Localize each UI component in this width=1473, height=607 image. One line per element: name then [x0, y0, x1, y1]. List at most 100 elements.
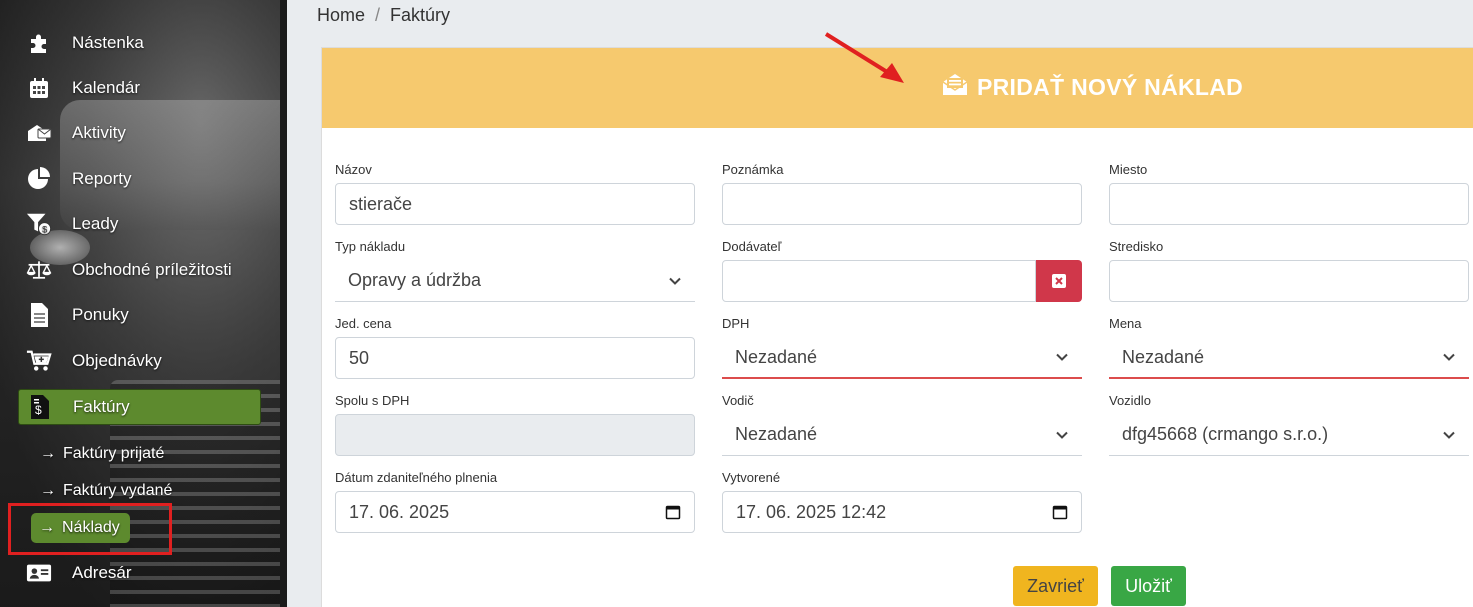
sidebar-subitem-label: Faktúry prijaté — [63, 445, 165, 462]
dph-field: DPH Nezadané — [722, 316, 1082, 379]
jed-cena-field: Jed. cena 50 — [335, 316, 695, 379]
sidebar-item-kalendar[interactable]: Kalendár — [0, 70, 280, 106]
nazov-input[interactable]: stierače — [335, 183, 695, 225]
dodavatel-input[interactable] — [722, 260, 1036, 302]
sidebar-item-label: Nástenka — [72, 33, 144, 52]
vodic-field: Vodič Nezadané — [722, 393, 1082, 456]
sidebar-item-ponuky[interactable]: Ponuky — [0, 297, 280, 333]
funnel-dollar-icon: $ — [26, 211, 52, 237]
datum-zdanitelneho-plnenia-value: 17. 06. 2025 — [349, 501, 450, 522]
clear-dodavatel-button[interactable] — [1036, 260, 1082, 302]
arrow-right-icon: → — [40, 482, 56, 499]
mena-select[interactable]: Nezadané — [1109, 337, 1469, 379]
sidebar-item-label: Faktúry — [73, 397, 130, 416]
dph-value: Nezadané — [735, 346, 818, 367]
vytvorene-field: Vytvorené 17. 06. 2025 12:42 — [722, 470, 1082, 533]
sidebar-item-nastenka[interactable]: Nástenka — [0, 25, 280, 61]
mena-value: Nezadané — [1122, 346, 1205, 367]
calendar-picker-icon[interactable] — [1052, 504, 1068, 520]
activities-icon — [26, 120, 52, 146]
mena-label: Mena — [1109, 316, 1142, 331]
miesto-input[interactable] — [1109, 183, 1469, 225]
breadcrumb-home[interactable]: Home — [317, 5, 365, 25]
datum-zdanitelneho-plnenia-input[interactable]: 17. 06. 2025 — [335, 491, 695, 533]
sidebar-subitem-label: Faktúry vydané — [63, 482, 173, 499]
nazov-field: Názov stierače — [335, 162, 695, 225]
sidebar-item-label: Leady — [72, 214, 119, 233]
annotation-arrow-icon — [824, 32, 904, 83]
save-button[interactable]: Uložiť — [1111, 566, 1186, 606]
sidebar-subitem-faktury-vydane[interactable]: → Faktúry vydané — [40, 477, 172, 505]
cart-plus-icon — [26, 348, 52, 374]
sidebar-item-obchodne-prilezitosti[interactable]: Obchodné príležitosti — [0, 252, 280, 288]
dodavatel-field: Dodávateľ — [722, 239, 1082, 302]
sidebar-item-label: Ponuky — [72, 305, 129, 324]
card-title: PRIDAŤ NOVÝ NÁKLAD — [942, 72, 1243, 102]
chevron-down-icon — [1443, 431, 1455, 439]
vozidlo-label: Vozidlo — [1109, 393, 1151, 408]
sidebar-item-aktivity[interactable]: Aktivity — [0, 115, 280, 151]
document-icon — [26, 302, 52, 328]
breadcrumb-current: Faktúry — [390, 5, 451, 25]
mena-field: Mena Nezadané — [1109, 316, 1469, 379]
jed-cena-input[interactable]: 50 — [335, 337, 695, 379]
jed-cena-value: 50 — [349, 347, 370, 368]
envelope-open-text-icon — [942, 72, 968, 102]
spolu-s-dph-input — [335, 414, 695, 456]
breadcrumb-separator: / — [375, 5, 381, 25]
typ-nakladu-label: Typ nákladu — [335, 239, 406, 254]
miesto-field: Miesto — [1109, 162, 1469, 225]
nazov-value: stierače — [349, 193, 413, 214]
sidebar-item-reporty[interactable]: Reporty — [0, 161, 280, 197]
datum-zdanitelneho-plnenia-field: Dátum zdaniteľného plnenia 17. 06. 2025 — [335, 470, 695, 533]
breadcrumb: Home / Faktúry — [317, 5, 450, 26]
chevron-down-icon — [669, 277, 681, 285]
sidebar-item-faktury[interactable]: $ Faktúry — [18, 389, 261, 425]
dodavatel-input-group — [722, 260, 1082, 302]
svg-text:$: $ — [42, 224, 47, 234]
vytvorene-value: 17. 06. 2025 12:42 — [736, 501, 887, 522]
dph-label: DPH — [722, 316, 750, 331]
sidebar-item-label: Aktivity — [72, 123, 126, 142]
miesto-label: Miesto — [1109, 162, 1148, 177]
close-button[interactable]: Zavrieť — [1013, 566, 1098, 606]
typ-nakladu-field: Typ nákladu Opravy a údržba — [335, 239, 695, 302]
nazov-label: Názov — [335, 162, 372, 177]
arrow-right-icon: → — [40, 445, 56, 462]
puzzle-icon — [26, 30, 52, 56]
svg-text:$: $ — [35, 403, 42, 417]
jed-cena-label: Jed. cena — [335, 316, 392, 331]
vozidlo-field: Vozidlo dfg45668 (crmango s.r.o.) — [1109, 393, 1469, 456]
sidebar-item-leady[interactable]: $ Leady — [0, 206, 280, 242]
spolu-s-dph-label: Spolu s DPH — [335, 393, 410, 408]
dodavatel-label: Dodávateľ — [722, 239, 782, 254]
balance-scale-icon — [26, 257, 52, 283]
card-title-text: PRIDAŤ NOVÝ NÁKLAD — [977, 73, 1244, 100]
vytvorene-input[interactable]: 17. 06. 2025 12:42 — [722, 491, 1082, 533]
poznamka-input[interactable] — [722, 183, 1082, 225]
chevron-down-icon — [1056, 353, 1068, 361]
sidebar-item-label: Adresár — [72, 563, 132, 582]
vodic-label: Vodič — [722, 393, 754, 408]
sidebar-edge — [280, 0, 287, 607]
sidebar-item-label: Objednávky — [72, 351, 162, 370]
vozidlo-select[interactable]: dfg45668 (crmango s.r.o.) — [1109, 414, 1469, 456]
vodic-select[interactable]: Nezadané — [722, 414, 1082, 456]
sidebar-item-adresar[interactable]: Adresár — [0, 555, 280, 591]
dph-select[interactable]: Nezadané — [722, 337, 1082, 379]
calendar-picker-icon[interactable] — [665, 504, 681, 520]
vozidlo-value: dfg45668 (crmango s.r.o.) — [1122, 424, 1329, 444]
close-square-icon — [1052, 274, 1066, 288]
typ-nakladu-value: Opravy a údržba — [348, 270, 482, 290]
address-card-icon — [26, 560, 52, 586]
sidebar-item-objednavky[interactable]: Objednávky — [0, 343, 280, 379]
invoice-dollar-icon: $ — [27, 394, 53, 420]
poznamka-label: Poznámka — [722, 162, 784, 177]
sidebar-item-label: Reporty — [72, 169, 132, 188]
stredisko-input[interactable] — [1109, 260, 1469, 302]
sidebar-item-label: Kalendár — [72, 78, 141, 97]
typ-nakladu-select[interactable]: Opravy a údržba — [335, 260, 695, 302]
stredisko-label: Stredisko — [1109, 239, 1164, 254]
sidebar-subitem-faktury-prijate[interactable]: → Faktúry prijaté — [40, 440, 164, 468]
calendar-icon — [26, 75, 52, 101]
